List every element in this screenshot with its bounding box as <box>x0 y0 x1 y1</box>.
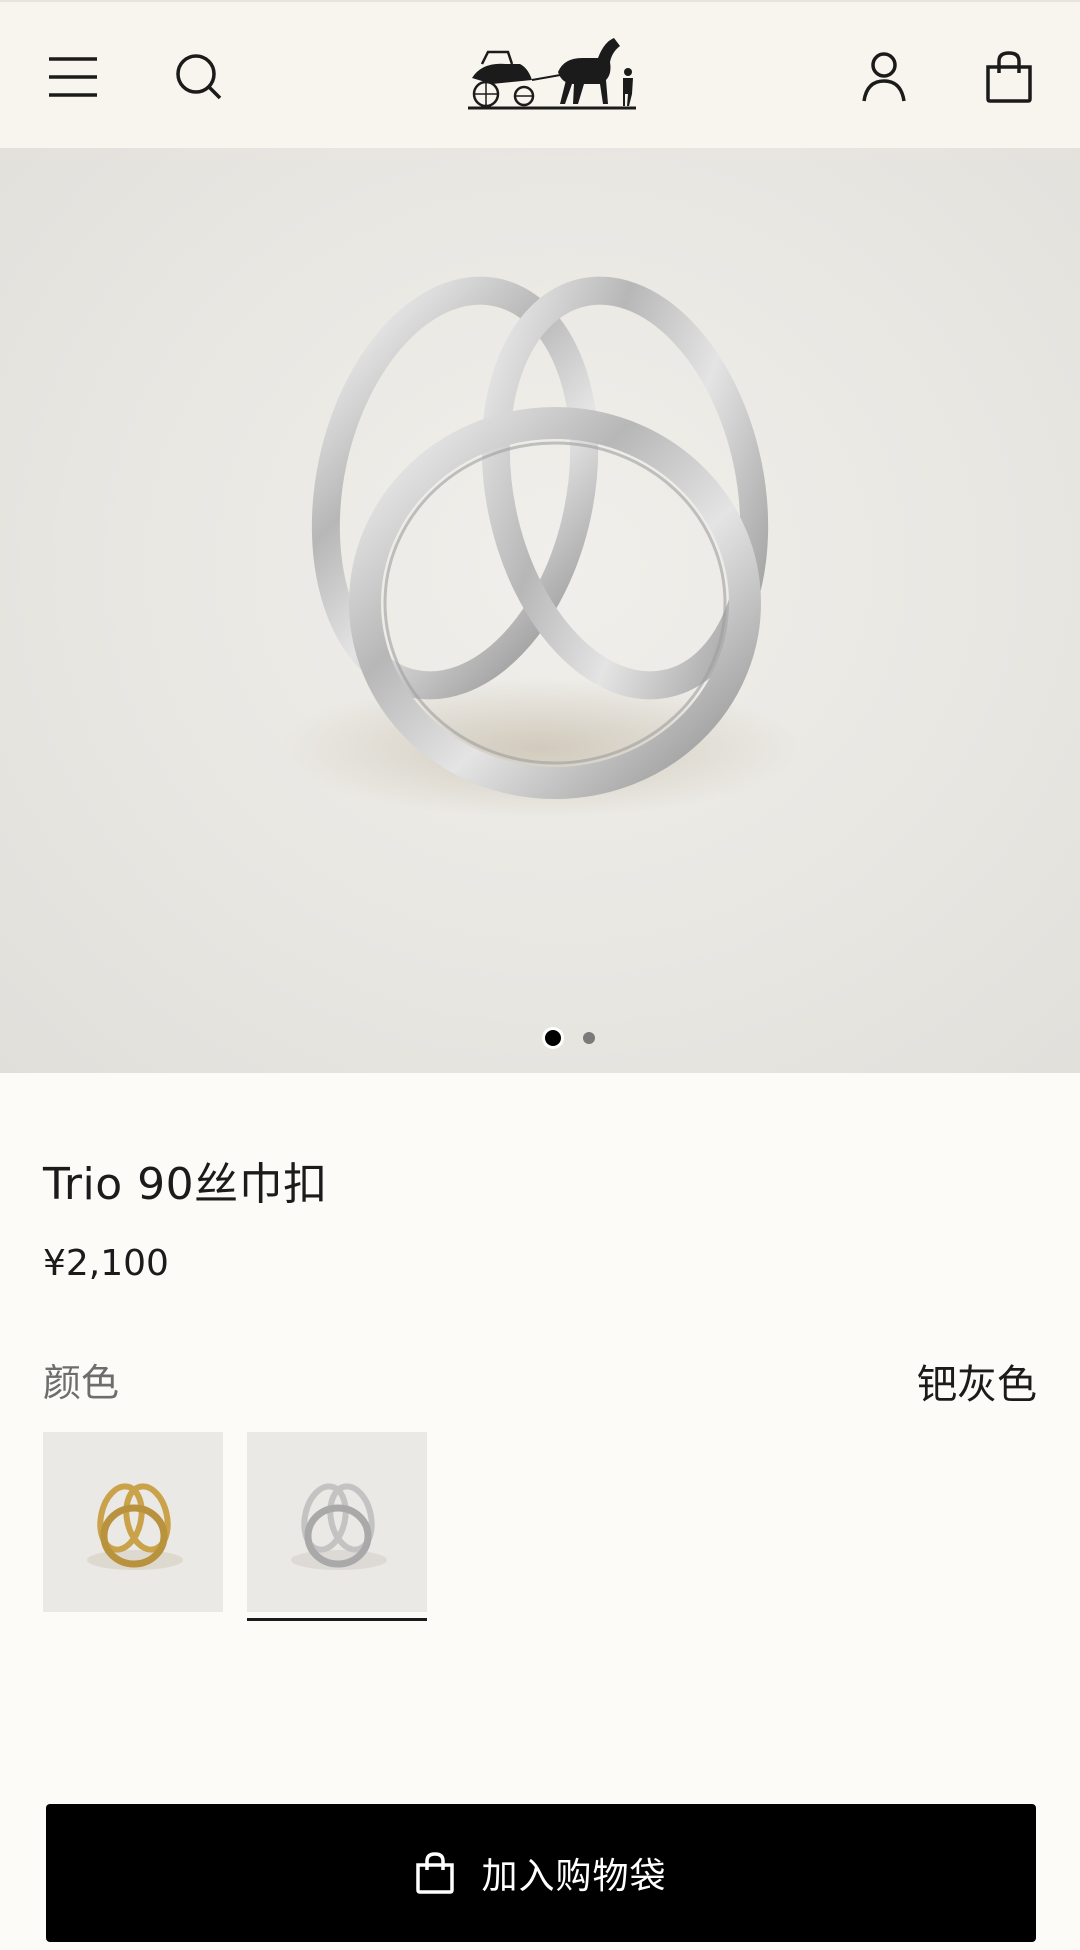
color-swatch-silver[interactable] <box>247 1432 427 1612</box>
product-title: Trio 90丝巾扣 <box>43 1159 328 1210</box>
shopping-bag-icon <box>416 1852 455 1894</box>
account-button[interactable] <box>849 42 919 112</box>
shopping-bag-icon <box>986 51 1032 103</box>
horse-carriage-logo-icon <box>468 38 636 110</box>
color-label: 颜色 <box>43 1361 120 1405</box>
gallery-dot-2[interactable] <box>583 1032 595 1044</box>
color-swatch-gold[interactable] <box>43 1432 223 1612</box>
add-to-bag-button[interactable]: 加入购物袋 <box>46 1804 1036 1942</box>
add-to-bag-label: 加入购物袋 <box>481 1856 667 1897</box>
top-navigation-bar <box>0 0 1080 148</box>
menu-button[interactable] <box>38 42 108 112</box>
product-price: ¥2,100 <box>43 1243 169 1284</box>
gallery-pagination <box>30 1028 1080 1048</box>
scarf-ring-image <box>280 276 800 818</box>
gold-scarf-ring-thumbnail <box>87 1483 183 1570</box>
search-button[interactable] <box>164 42 234 112</box>
user-icon <box>862 52 906 102</box>
search-icon <box>176 54 222 100</box>
hamburger-menu-icon <box>49 57 97 97</box>
shopping-bag-button[interactable] <box>974 42 1044 112</box>
brand-logo[interactable] <box>462 28 642 114</box>
product-image-gallery[interactable] <box>0 148 1080 1073</box>
gallery-dot-1[interactable] <box>545 1030 561 1046</box>
selected-swatch-indicator <box>247 1618 427 1621</box>
silver-scarf-ring-thumbnail <box>291 1483 387 1570</box>
selected-color-value: 钯灰色 <box>917 1362 1037 1408</box>
